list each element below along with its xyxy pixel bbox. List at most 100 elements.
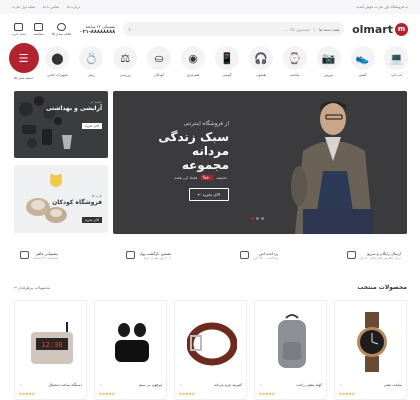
- section-link-label: محصولات پرطرفدار: [18, 285, 51, 290]
- category-item[interactable]: 💻 لپ تاپ: [383, 46, 410, 77]
- category-label: هدفون: [256, 73, 266, 77]
- compare-button[interactable]: مقایسه: [33, 22, 44, 36]
- feature-sub: پشتیبانی ۲۴ ساعته: [33, 255, 58, 260]
- welcome-text: به فروشگاه اول مارت خوش آمدید: [356, 5, 408, 9]
- banner-cosmetics-button[interactable]: الان بخرید: [81, 123, 102, 129]
- product-name[interactable]: ایرفون بی سیم: [139, 383, 162, 387]
- header-icons: سبد خرید مقایسه علاقه مندی ها: [12, 22, 72, 36]
- product-name[interactable]: دستگاه ساعت دیجیتال: [48, 383, 82, 387]
- category-item[interactable]: ⚖ ورزشی: [112, 46, 139, 77]
- category-item[interactable]: ☰ دسته بندی ها: [8, 43, 39, 80]
- rating-stars: ★★★★★: [179, 391, 195, 396]
- heart-icon[interactable]: ♡: [259, 383, 263, 388]
- rating-stars: ★★★★★: [259, 391, 275, 396]
- product-name[interactable]: ساعت مچی: [384, 383, 402, 387]
- feature-title: پشتیبانی ماهر: [36, 250, 58, 256]
- product-card[interactable]: ساعت مچی ♡ ★★★★★: [334, 300, 407, 400]
- category-label: دوربین: [323, 73, 334, 77]
- feature-icon: [346, 251, 356, 259]
- compare-label: مقایسه: [33, 31, 44, 36]
- banner-kicker: تازه ها: [91, 193, 102, 198]
- feature-item: پرداخت امن پرداخت ۱۰۰% امن: [239, 251, 279, 260]
- wishlist-label: علاقه مندی ها: [51, 31, 72, 36]
- category-item[interactable]: 📱 گوشی: [213, 46, 240, 77]
- compare-icon: [34, 22, 44, 31]
- feature-title: تضمین بازگشت پول: [139, 250, 172, 256]
- rating-stars: ★★★★★: [339, 391, 355, 396]
- section-title: محصولات منتخب: [357, 284, 407, 291]
- banner-title: فروشگاه کودکان: [52, 199, 102, 206]
- product-name[interactable]: کوله پشتی راحت: [296, 383, 322, 387]
- section-header: ← محصولات پرطرفدار محصولات منتخب: [14, 284, 407, 291]
- category-item[interactable]: ⌚ ساعت: [281, 46, 308, 77]
- category-label: ساعت: [290, 73, 300, 77]
- hero-discount: تخفیف ۵۰% فقط این هفته: [119, 175, 229, 180]
- banner-cosmetics-text: جدید در آرایشی و بهداشتی الان بخرید: [46, 99, 102, 131]
- banner-kids-button[interactable]: الان بخرید: [81, 217, 102, 223]
- category-label: ورزشی: [119, 73, 131, 77]
- hero-title-line1: سبک زندگی مردانه: [158, 130, 229, 158]
- top-bar: به فروشگاه اول مارت خوش آمدید درباره ما …: [0, 0, 420, 14]
- svg-text:12:30: 12:30: [41, 341, 62, 349]
- belt-icon: [185, 309, 238, 375]
- product-name[interactable]: کمربند چرم مردانه: [214, 383, 242, 387]
- search-input[interactable]: جستجوی کالا ...: [135, 27, 310, 32]
- top-link-blog[interactable]: مجله اول مارت: [12, 5, 35, 9]
- discount-suffix: فقط این هفته: [174, 175, 198, 180]
- product-card[interactable]: 12:30 دستگاه ساعت دیجیتال ♡ ★★★★★: [14, 300, 87, 400]
- headphone-icon: 🎧: [248, 46, 273, 70]
- category-item[interactable]: ⬤ تجهیزات جانبی: [44, 46, 71, 77]
- phone-icon: 📱: [214, 46, 239, 70]
- support-phone: پشتیبانی ۲۴ ساعته ۰۲۱-۸۸۸۸۸۸۸۸: [80, 24, 116, 35]
- category-label: تجهیزات جانبی: [47, 73, 68, 77]
- product-card[interactable]: کمربند چرم مردانه ♡ ★★★★★: [174, 300, 247, 400]
- cart-button[interactable]: سبد خرید: [12, 22, 25, 36]
- banner-kids[interactable]: تازه ها فروشگاه کودکان الان بخرید: [14, 165, 108, 233]
- hero-title-line2: مجموعه: [181, 158, 229, 172]
- category-label: زینتی: [87, 73, 96, 77]
- banner-title: آرایشی و بهداشتی: [45, 105, 102, 112]
- phone-number[interactable]: ۰۲۱-۸۸۸۸۸۸۸۸: [80, 29, 116, 35]
- feature-item: تضمین بازگشت پول تا ۳۰ روز بعد از خرید: [126, 251, 171, 260]
- cart-icon: [14, 22, 24, 31]
- hero-slider[interactable]: از فروشگاه اینترنتی سبک زندگی مردانه مجمو…: [113, 91, 407, 234]
- category-label: کفش: [358, 73, 367, 77]
- search-category-select[interactable]: همه دسته ها: [314, 26, 339, 32]
- category-label: هندزفری: [186, 73, 200, 77]
- hero-text: از فروشگاه اینترنتی سبک زندگی مردانه مجمو…: [119, 121, 229, 201]
- wishlist-button[interactable]: علاقه مندی ها: [51, 22, 72, 36]
- category-item[interactable]: 📷 دوربین: [315, 46, 342, 77]
- shoe-icon: 👟: [350, 46, 375, 70]
- logo-mark-icon: m: [395, 22, 408, 36]
- product-card[interactable]: کوله پشتی راحت ♡ ★★★★★: [254, 300, 327, 400]
- hero-shop-button[interactable]: الان بخرید ←: [188, 188, 229, 201]
- rating-stars: ★★★★★: [99, 391, 115, 396]
- category-item[interactable]: 💍 زینتی: [78, 46, 105, 77]
- category-item[interactable]: ◉ هندزفری: [180, 46, 207, 77]
- category-item[interactable]: ⛀ کودکان: [146, 46, 173, 77]
- search-bar[interactable]: همه دسته ها جستجوی کالا ... ⚲: [123, 22, 345, 36]
- category-item[interactable]: 🎧 هدفون: [247, 46, 274, 77]
- logo[interactable]: olmart m: [352, 22, 408, 36]
- slider-dot[interactable]: [256, 217, 259, 220]
- top-link-contact[interactable]: تماس با ما: [43, 5, 59, 9]
- heart-icon[interactable]: ♡: [99, 383, 103, 388]
- slider-dot[interactable]: [251, 217, 254, 220]
- watch-icon: [345, 309, 398, 375]
- camera-icon: 📷: [316, 46, 341, 70]
- category-item[interactable]: 👟 کفش: [349, 46, 376, 77]
- product-card[interactable]: ایرفون بی سیم ♡ ★★★★★: [94, 300, 167, 400]
- hero-subtitle: از فروشگاه اینترنتی: [183, 121, 229, 127]
- heart-icon[interactable]: ♡: [179, 383, 183, 388]
- top-link-about[interactable]: درباره ما: [67, 5, 80, 9]
- discount-prefix: تخفیف: [215, 175, 227, 180]
- heart-icon[interactable]: ♡: [19, 383, 23, 388]
- feature-sub: پرداخت ۱۰۰% امن: [252, 255, 279, 260]
- banner-cosmetics[interactable]: جدید در آرایشی و بهداشتی الان بخرید: [14, 91, 108, 158]
- accessory-icon: ⬤: [45, 46, 70, 70]
- heart-icon[interactable]: ♡: [339, 383, 343, 388]
- slider-dot[interactable]: [261, 217, 264, 220]
- category-label: گوشی: [222, 73, 232, 77]
- section-link[interactable]: ← محصولات پرطرفدار: [14, 285, 50, 290]
- search-icon[interactable]: ⚲: [128, 27, 131, 32]
